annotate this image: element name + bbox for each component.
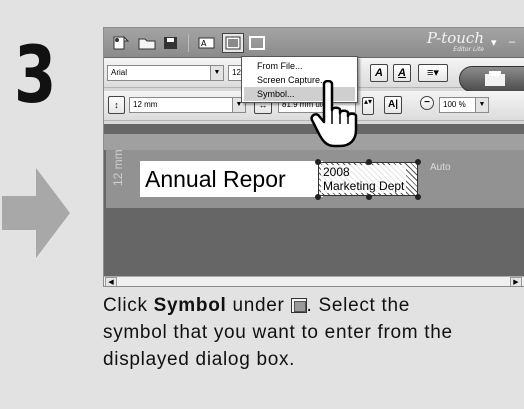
instruction-text: Click Symbol under . Select the symbol t…: [103, 295, 453, 370]
zoom-out-button[interactable]: −: [420, 96, 434, 110]
chevron-down-icon[interactable]: ▼: [210, 66, 223, 80]
scroll-left-button[interactable]: ◀: [105, 277, 117, 286]
brand-logo: P-touch Editor Lite: [426, 29, 484, 53]
new-icon[interactable]: [110, 33, 132, 53]
resize-handle[interactable]: [315, 159, 321, 165]
frame-icon[interactable]: [246, 33, 268, 53]
open-folder-icon[interactable]: [136, 33, 158, 53]
scroll-right-button[interactable]: ▶: [510, 277, 522, 286]
resize-handle[interactable]: [315, 194, 321, 200]
department-text: Marketing Dept: [323, 179, 405, 193]
manual-page: 3 A P-touch Editor Lite ▾ – Arial ▼ 12 A…: [0, 0, 524, 409]
text-object-annual[interactable]: Annual Repor: [140, 161, 323, 197]
font-name-select[interactable]: Arial ▼: [107, 65, 224, 81]
tape-width-indicator: 12 mm: [111, 149, 125, 186]
save-icon[interactable]: [160, 33, 182, 53]
svg-text:A: A: [201, 39, 207, 48]
app-screenshot: A P-touch Editor Lite ▾ – Arial ▼ 12 A A…: [103, 27, 524, 287]
menu-arrow-icon[interactable]: ▾: [491, 36, 497, 49]
date-text: 2008: [323, 165, 350, 179]
text-frame-icon[interactable]: A: [196, 33, 218, 53]
align-button[interactable]: ≡▾: [418, 64, 448, 82]
fit-icon[interactable]: A|: [384, 96, 402, 114]
underline-button[interactable]: A: [393, 64, 411, 82]
insert-image-icon[interactable]: [222, 33, 244, 53]
menu-item-from-file[interactable]: From File...: [242, 59, 357, 73]
symbol-keyword: Symbol: [153, 295, 227, 316]
tape-width-icon[interactable]: ↕: [108, 96, 125, 114]
next-step-arrow-icon: [2, 168, 70, 258]
horizontal-scrollbar[interactable]: ◀ ▶: [104, 276, 524, 286]
auto-length-tag: Auto: [430, 162, 451, 173]
tape-width-select[interactable]: 12 mm ▼: [129, 97, 246, 113]
resize-handle[interactable]: [415, 194, 421, 200]
italic-button[interactable]: A: [370, 64, 388, 82]
pointing-hand-icon: [310, 80, 358, 148]
toolbar-separator: [188, 34, 189, 52]
text-object-date[interactable]: 2008 Marketing Dept: [318, 162, 418, 196]
minimize-button[interactable]: –: [509, 36, 515, 48]
title-bar: A P-touch Editor Lite ▾ –: [104, 28, 524, 58]
insert-image-icon: [290, 298, 307, 313]
resize-handle[interactable]: [415, 159, 421, 165]
chevron-down-icon[interactable]: ▼: [475, 98, 488, 112]
step-number: 3: [14, 31, 56, 121]
print-button[interactable]: [459, 66, 524, 92]
zoom-select[interactable]: 100 % ▼: [439, 97, 489, 113]
resize-handle[interactable]: [366, 194, 372, 200]
resize-handle[interactable]: [366, 159, 372, 165]
